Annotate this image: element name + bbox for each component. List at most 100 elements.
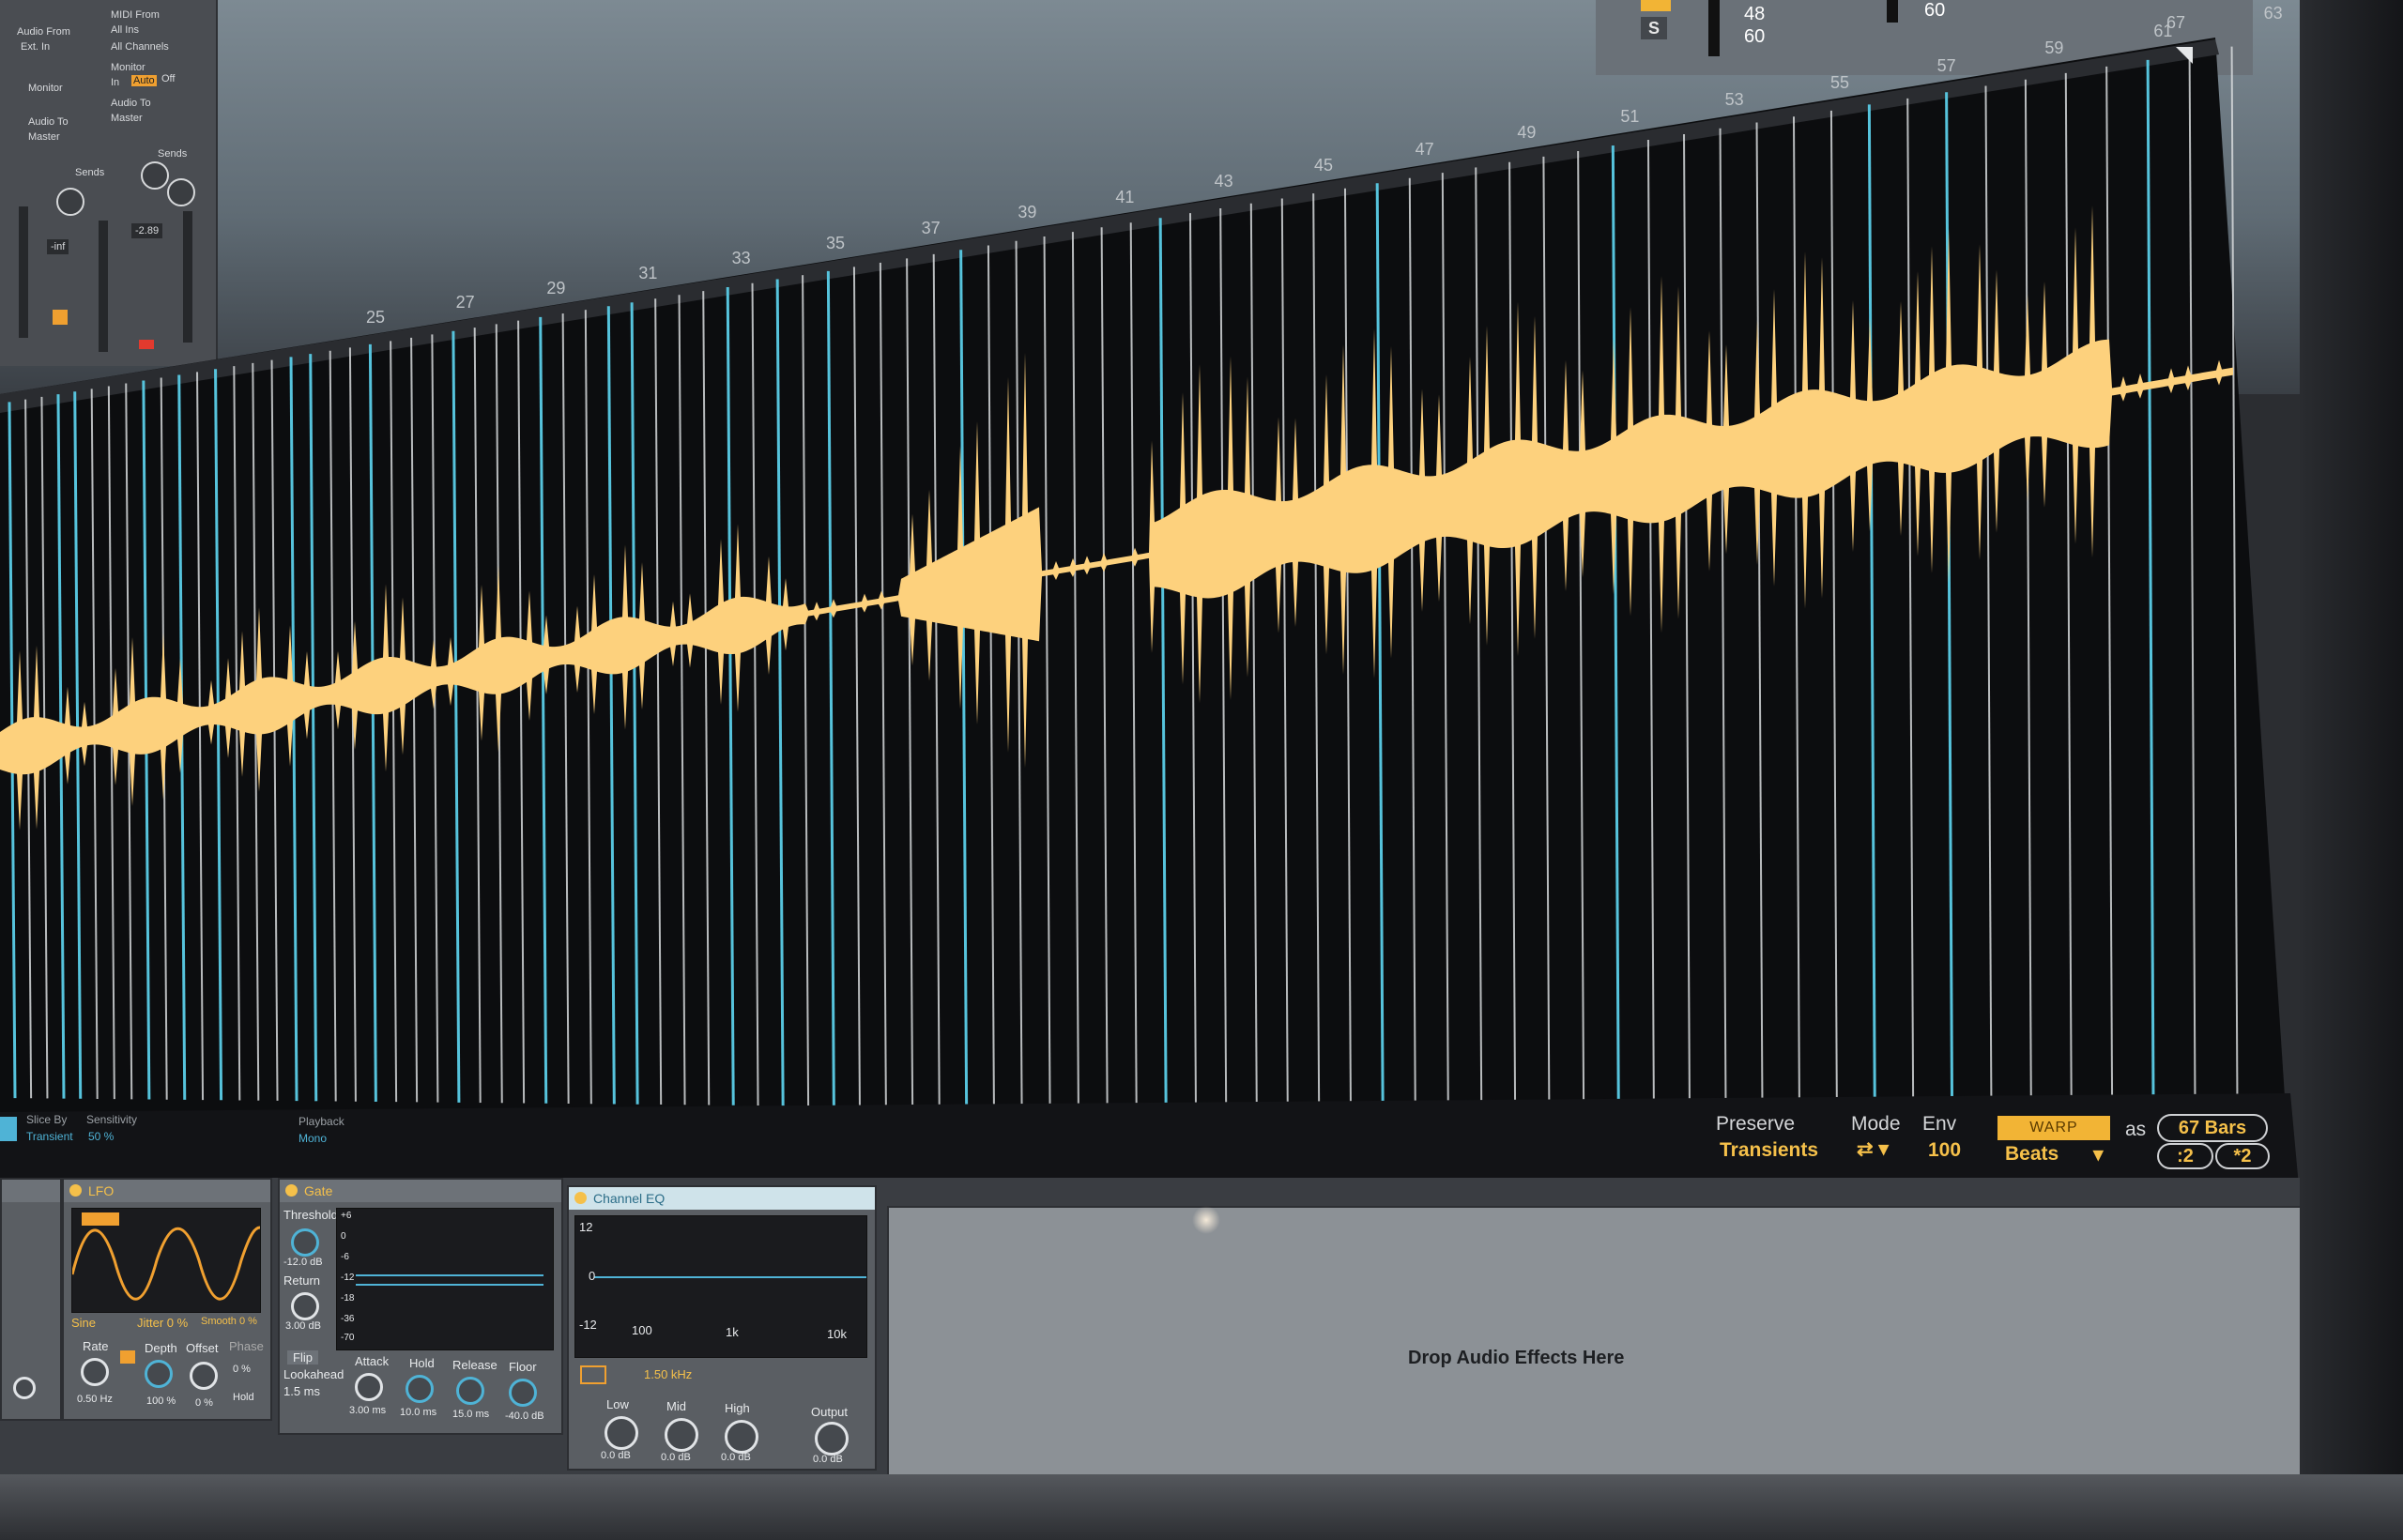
env-value[interactable]: 100 xyxy=(1928,1139,1961,1162)
eq-curve[interactable] xyxy=(594,1276,866,1278)
warp-marker[interactable] xyxy=(452,330,461,1103)
gate-release-knob[interactable] xyxy=(456,1377,484,1405)
half-length-button[interactable]: :2 xyxy=(2157,1143,2213,1169)
lfo-offset-label: Offset xyxy=(186,1341,219,1355)
beat-grid-line xyxy=(1441,173,1449,1113)
eq-mid-knob[interactable] xyxy=(665,1418,698,1452)
warp-marker[interactable] xyxy=(1375,183,1385,1112)
channel-eq-device: Channel EQ 12 0 -12 100 1k 10k 1.50 kHz … xyxy=(567,1185,877,1471)
warp-marker[interactable] xyxy=(368,343,377,1102)
gate-hold-knob[interactable] xyxy=(406,1375,434,1403)
eq-filter-frequency[interactable]: 1.50 kHz xyxy=(644,1367,692,1381)
beat-grid-line xyxy=(1984,85,1993,1119)
lfo-rate-value: 0.50 Hz xyxy=(77,1394,113,1405)
eq-low-label: Low xyxy=(606,1397,629,1411)
ruler-band[interactable] xyxy=(0,39,2219,413)
preserve-select[interactable]: Transients xyxy=(1720,1139,1818,1162)
beat-grid-line xyxy=(584,310,592,1105)
lfo-sync-button[interactable] xyxy=(120,1350,135,1364)
playback-select[interactable]: Mono xyxy=(298,1132,327,1145)
beat-grid-line xyxy=(390,341,398,1103)
gate-return-value: 3.00 dB xyxy=(285,1320,321,1332)
gate-threshold-label: Threshold xyxy=(283,1208,338,1222)
gate-display[interactable]: +6 0 -6 -12 -18 -36 -70 xyxy=(336,1208,554,1350)
lfo-offset-knob[interactable] xyxy=(190,1362,218,1390)
warp-mode-select[interactable]: Beats xyxy=(2005,1143,2059,1166)
warp-marker[interactable] xyxy=(1867,104,1876,1117)
audio-waveform[interactable] xyxy=(0,205,2233,831)
gate-scale-2: -6 xyxy=(341,1252,349,1262)
slice-toggle-button[interactable] xyxy=(0,1117,17,1141)
eq-high-label: High xyxy=(725,1401,750,1415)
beat-grid-line xyxy=(879,262,887,1107)
beat-grid-line xyxy=(1043,236,1051,1109)
beat-grid-line xyxy=(1829,110,1838,1117)
lfo-shape-select[interactable]: Sine xyxy=(71,1316,96,1330)
eq-freq-1k: 1k xyxy=(726,1325,739,1339)
gate-threshold-knob[interactable] xyxy=(291,1228,319,1257)
beat-grid-line xyxy=(1249,203,1258,1111)
lfo-rate-knob[interactable] xyxy=(81,1358,109,1386)
slice-by-select[interactable]: Transient xyxy=(26,1130,73,1143)
lfo-hold-button[interactable]: Hold xyxy=(233,1392,254,1403)
eq-high-knob[interactable] xyxy=(725,1420,758,1454)
warp-marker[interactable] xyxy=(775,279,785,1106)
warp-marker[interactable] xyxy=(726,286,735,1105)
warp-marker[interactable] xyxy=(959,250,969,1108)
warp-marker[interactable] xyxy=(1611,145,1620,1115)
lfo-jitter-value[interactable]: Jitter 0 % xyxy=(137,1316,188,1330)
eq-gain-12: 12 xyxy=(579,1220,593,1234)
gate-attack-label: Attack xyxy=(355,1354,390,1368)
monitor-bezel-right xyxy=(2300,0,2403,1540)
warp-marker[interactable] xyxy=(826,270,835,1106)
beat-grid-line xyxy=(1577,151,1585,1114)
eq-freq-10k: 10k xyxy=(827,1327,847,1341)
gate-floor-value: -40.0 dB xyxy=(505,1410,544,1422)
eq-display[interactable]: 12 0 -12 100 1k 10k xyxy=(574,1215,867,1358)
eq-freq-100: 100 xyxy=(632,1323,652,1337)
beat-grid-line xyxy=(654,298,663,1105)
warp-marker[interactable] xyxy=(539,316,548,1104)
gate-floor-knob[interactable] xyxy=(509,1379,537,1407)
preserve-label: Preserve xyxy=(1716,1113,1796,1135)
effects-drop-zone[interactable] xyxy=(887,1206,2308,1477)
end-marker-icon[interactable] xyxy=(2176,47,2193,64)
lfo-depth-label: Depth xyxy=(145,1341,177,1355)
sensitivity-value[interactable]: 50 % xyxy=(88,1130,114,1143)
gate-threshold-line[interactable] xyxy=(356,1274,543,1276)
gate-scale-6: -70 xyxy=(341,1333,355,1343)
device-on-icon[interactable] xyxy=(69,1184,82,1197)
bars-length-field[interactable]: 67 Bars xyxy=(2157,1114,2268,1142)
warp-marker[interactable] xyxy=(1158,218,1168,1110)
device-on-icon[interactable] xyxy=(574,1192,587,1204)
eq-output-knob[interactable] xyxy=(815,1422,849,1456)
beat-grid-line xyxy=(2105,66,2114,1120)
highpass-filter-icon[interactable] xyxy=(580,1365,606,1384)
channel-eq-title-text: Channel EQ xyxy=(593,1191,666,1206)
warp-marker[interactable] xyxy=(214,369,223,1101)
lfo-phase-value[interactable]: 0 % xyxy=(233,1364,251,1375)
eq-low-knob[interactable] xyxy=(605,1416,638,1450)
gate-flip-button[interactable]: Flip xyxy=(287,1350,318,1365)
warp-button[interactable]: WARP xyxy=(1997,1116,2110,1140)
device-on-icon[interactable] xyxy=(285,1184,298,1197)
gate-lookahead-select[interactable]: 1.5 ms xyxy=(283,1384,320,1398)
warp-marker[interactable] xyxy=(606,306,616,1105)
gate-return-knob[interactable] xyxy=(291,1292,319,1320)
warp-mode-chevron-icon[interactable]: ▾ xyxy=(2093,1143,2104,1166)
lfo-range-button[interactable] xyxy=(82,1212,119,1226)
warp-marker[interactable] xyxy=(630,302,639,1105)
lfo-depth-value: 100 % xyxy=(146,1395,176,1407)
double-length-button[interactable]: *2 xyxy=(2215,1143,2270,1169)
volume-knob[interactable] xyxy=(13,1377,36,1399)
lfo-depth-knob[interactable] xyxy=(145,1360,173,1388)
lfo-smooth-value[interactable]: Smooth 0 % xyxy=(201,1316,257,1327)
warp-marker[interactable] xyxy=(2146,59,2155,1120)
warp-marker[interactable] xyxy=(309,354,318,1102)
lfo-shape-display[interactable] xyxy=(70,1208,261,1313)
gate-return-line[interactable] xyxy=(356,1284,543,1286)
warp-marker[interactable] xyxy=(1945,92,1954,1118)
loop-mode-icon[interactable]: ⇄ ▾ xyxy=(1857,1137,1889,1161)
gate-attack-knob[interactable] xyxy=(355,1373,383,1401)
beat-grid-line xyxy=(1508,161,1517,1114)
